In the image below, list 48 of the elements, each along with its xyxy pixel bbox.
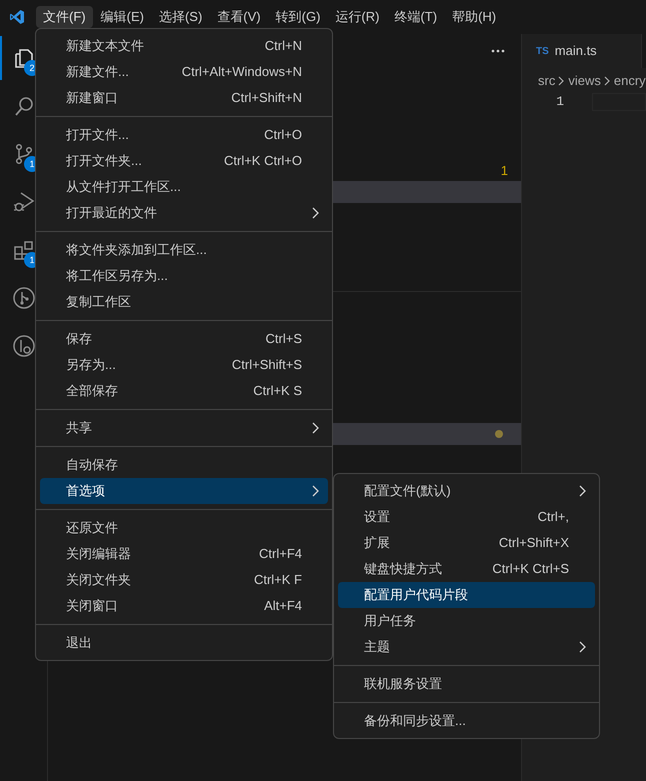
- shortcut-label: Ctrl+S: [266, 330, 302, 348]
- menu-item-label: 配置用户代码片段: [364, 586, 469, 604]
- menu-item-label: 键盘快捷方式: [364, 560, 443, 578]
- menu-item-label: 配置文件(默认): [364, 482, 452, 500]
- menu-item-label: 打开最近的文件: [66, 204, 158, 222]
- menu-item-label: 关闭文件夹: [66, 571, 132, 590]
- shortcut-label: Ctrl+N: [264, 37, 302, 56]
- shortcut-label: Ctrl+O: [264, 126, 302, 144]
- shortcut-label: Alt+F4: [264, 597, 302, 616]
- menu-item-label: 新建文本文件: [66, 37, 145, 56]
- menu-item-label: 用户任务: [364, 612, 417, 630]
- menu-item-label: 退出: [66, 634, 93, 652]
- menu-item-label: 设置: [364, 508, 391, 526]
- shortcut-label: Ctrl+Shift+N: [231, 89, 302, 108]
- menu-item-label: 复制工作区: [66, 293, 132, 312]
- file-type-label: TS: [536, 44, 549, 58]
- menu-item-label: 另存为...: [66, 356, 117, 374]
- shortcut-label: Ctrl+,: [538, 508, 569, 526]
- menu-item-label: 将文件夹添加到工作区...: [66, 241, 208, 260]
- menu-item-label: 共享: [66, 419, 93, 438]
- shortcut-label: Ctrl+Shift+S: [232, 356, 302, 374]
- menu-item-label: 打开文件夹...: [66, 152, 143, 170]
- shortcut-label: Ctrl+Alt+Windows+N: [182, 63, 302, 82]
- menu-item-label: 将工作区另存为...: [66, 267, 169, 286]
- menu-item-label: 首选项: [66, 482, 106, 500]
- shortcut-label: Ctrl+Shift+X: [498, 534, 569, 552]
- shortcut-label: Ctrl+F4: [259, 545, 302, 564]
- menu-item-label: 全部保存: [66, 382, 119, 400]
- menu-item-label: 备份和同步设置...: [364, 712, 467, 730]
- menu-item-label: 主题: [364, 638, 391, 656]
- menu-item-label: 新建窗口: [66, 89, 119, 108]
- problem-count: 1: [500, 162, 508, 180]
- menu-item-label: 关闭编辑器: [66, 545, 132, 564]
- shortcut-label: Ctrl+K F: [254, 571, 302, 590]
- tab-label: main.ts: [554, 42, 597, 60]
- menu-item-label: 保存: [66, 330, 93, 348]
- shortcut-label: Ctrl+K Ctrl+O: [224, 152, 302, 170]
- menu-item-label: 自动保存: [66, 456, 119, 474]
- menu-item-label: 打开文件...: [66, 126, 130, 144]
- shortcut-label: Ctrl+K S: [253, 382, 302, 400]
- line-number: 1: [555, 92, 564, 111]
- menu-item-label: 从文件打开工作区...: [66, 178, 182, 196]
- menu-item-label: 关闭窗口: [66, 597, 119, 616]
- shortcut-label: Ctrl+K Ctrl+S: [492, 560, 569, 578]
- menu-item-label: 还原文件: [66, 519, 119, 538]
- menu-item-label: 扩展: [364, 534, 391, 552]
- menu-item-label: 联机服务设置: [364, 675, 443, 694]
- menu-item-label: 新建文件...: [66, 63, 130, 82]
